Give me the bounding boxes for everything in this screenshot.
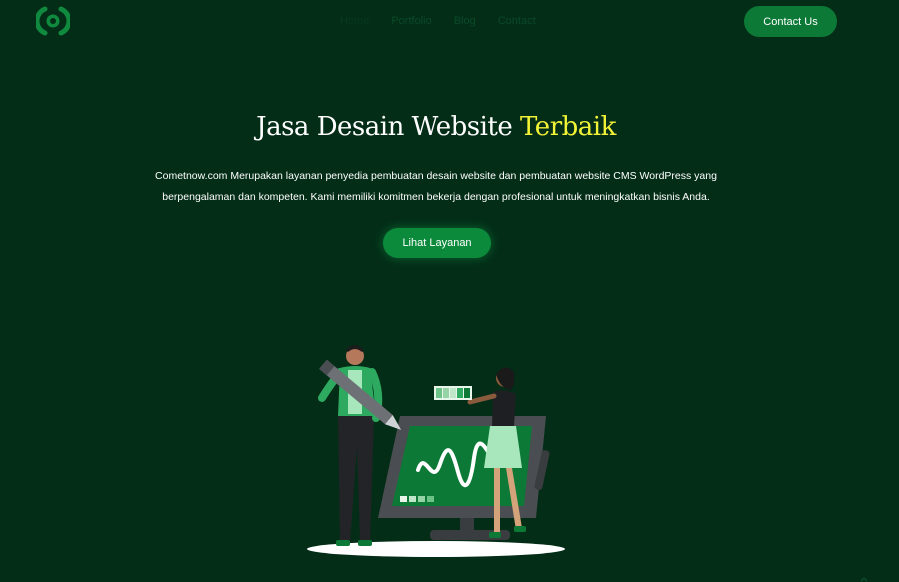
hero-description-line-1: Cometnow.com Merupakan layanan penyedia … xyxy=(155,170,717,182)
contact-us-button[interactable]: Contact Us xyxy=(744,6,837,37)
nav-portfolio[interactable]: Portfolio xyxy=(391,14,431,28)
web-design-team-illustration xyxy=(307,345,565,557)
hero-description: Cometnow.com Merupakan layanan penyedia … xyxy=(120,166,752,208)
hero-title-accent: Terbaik xyxy=(519,112,616,142)
nav-home[interactable]: Home xyxy=(340,14,369,28)
hero-title: Jasa Desain Website Terbaik xyxy=(0,112,872,142)
main-nav: Home Portfolio Blog Contact xyxy=(340,14,558,28)
scroll-indicator-icon[interactable] xyxy=(860,576,868,582)
hero-description-line-2: berpengalaman dan kompeten. Kami memilik… xyxy=(162,191,710,203)
nav-contact[interactable]: Contact xyxy=(498,14,536,28)
page: Home Portfolio Blog Contact Contact Us J… xyxy=(0,0,899,582)
view-services-button[interactable]: Lihat Layanan xyxy=(383,228,491,258)
nav-blog[interactable]: Blog xyxy=(454,14,476,28)
hero-title-main: Jasa Desain Website xyxy=(256,112,520,142)
brand-logo-icon[interactable] xyxy=(36,6,70,36)
